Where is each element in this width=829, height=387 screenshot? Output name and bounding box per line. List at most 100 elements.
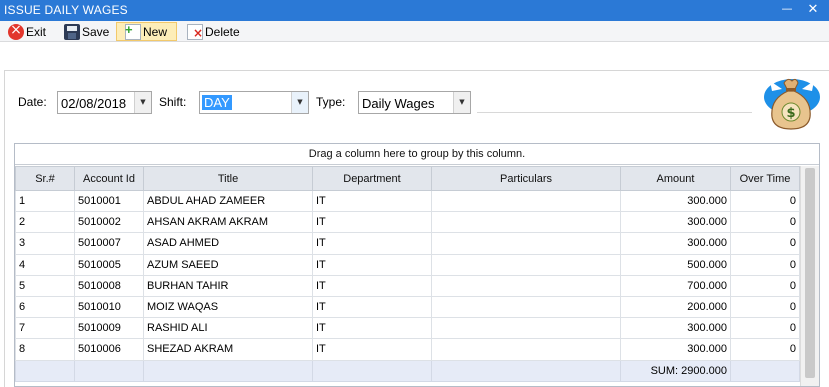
- cell-overtime[interactable]: 0: [730, 295, 800, 319]
- cell-overtime[interactable]: 0: [730, 211, 800, 234]
- chevron-down-icon[interactable]: ▼: [291, 92, 308, 113]
- cell-department[interactable]: IT: [312, 253, 432, 276]
- cell-account-id[interactable]: 5010005: [74, 253, 144, 276]
- date-picker[interactable]: 02/08/2018 ▼: [57, 91, 152, 114]
- cell-particulars[interactable]: [431, 317, 621, 340]
- save-button[interactable]: Save: [64, 22, 109, 41]
- cell-title[interactable]: BURHAN TAHIR: [143, 274, 313, 297]
- delete-button[interactable]: Delete: [187, 22, 240, 41]
- cell-sr[interactable]: 7: [15, 317, 75, 340]
- cell-sr[interactable]: 4: [15, 253, 75, 276]
- table-row[interactable]: 4 5010005 AZUM SAEED IT 500.000 0: [15, 253, 800, 276]
- cell-amount[interactable]: 500.000: [620, 253, 731, 276]
- cell-account-id[interactable]: 5010002: [74, 211, 144, 234]
- table-row[interactable]: 5 5010008 BURHAN TAHIR IT 700.000 0: [15, 274, 800, 297]
- save-label: Save: [82, 24, 110, 39]
- cell-title[interactable]: SHEZAD AKRAM: [143, 338, 313, 361]
- summary-cell: [74, 359, 144, 382]
- chevron-down-icon[interactable]: ▼: [453, 92, 470, 113]
- exit-button[interactable]: Exit: [8, 22, 46, 41]
- save-icon: [64, 23, 80, 40]
- cell-amount[interactable]: 700.000: [620, 274, 731, 297]
- cell-account-id[interactable]: 5010007: [74, 232, 144, 255]
- cell-sr[interactable]: 6: [15, 295, 75, 319]
- toolbar: Exit Save New Delete: [0, 21, 829, 42]
- new-icon: [125, 22, 141, 40]
- cell-amount[interactable]: 200.000: [620, 295, 731, 319]
- close-icon[interactable]: ✕: [802, 2, 824, 23]
- table-row[interactable]: 7 5010009 RASHID ALI IT 300.000 0: [15, 317, 800, 340]
- table-row[interactable]: 6 5010010 MOIZ WAQAS IT 200.000 0: [15, 295, 800, 319]
- cell-account-id[interactable]: 5010008: [74, 274, 144, 297]
- delete-icon: [187, 23, 203, 40]
- summary-cell: [312, 359, 432, 382]
- column-header[interactable]: Particulars: [431, 166, 621, 191]
- cell-sr[interactable]: 5: [15, 274, 75, 297]
- cell-particulars[interactable]: [431, 274, 621, 297]
- table-row[interactable]: 3 5010007 ASAD AHMED IT 300.000 0: [15, 232, 800, 255]
- cell-amount[interactable]: 300.000: [620, 211, 731, 234]
- cell-department[interactable]: IT: [312, 295, 432, 319]
- cell-particulars[interactable]: [431, 189, 621, 213]
- column-header[interactable]: Department: [312, 166, 432, 191]
- column-header[interactable]: Over Time: [730, 166, 800, 191]
- column-header[interactable]: Amount: [620, 166, 731, 191]
- dollar-symbol: $: [786, 106, 795, 121]
- column-header[interactable]: Account Id: [74, 166, 144, 191]
- summary-cell: [143, 359, 313, 382]
- cell-title[interactable]: ASAD AHMED: [143, 232, 313, 255]
- column-header[interactable]: Title: [143, 166, 313, 191]
- minimize-icon[interactable]: —: [776, 2, 798, 23]
- cell-sr[interactable]: 1: [15, 189, 75, 213]
- cell-overtime[interactable]: 0: [730, 189, 800, 213]
- cell-amount[interactable]: 300.000: [620, 189, 731, 213]
- cell-particulars[interactable]: [431, 338, 621, 361]
- cell-title[interactable]: AHSAN AKRAM AKRAM: [143, 211, 313, 234]
- chevron-down-icon[interactable]: ▼: [134, 92, 151, 113]
- vertical-scrollbar[interactable]: [800, 166, 819, 386]
- group-by-panel[interactable]: Drag a column here to group by this colu…: [15, 144, 819, 165]
- cell-amount[interactable]: 300.000: [620, 232, 731, 255]
- cell-title[interactable]: RASHID ALI: [143, 317, 313, 340]
- cell-department[interactable]: IT: [312, 232, 432, 255]
- cell-department[interactable]: IT: [312, 189, 432, 213]
- table-row[interactable]: 2 5010002 AHSAN AKRAM AKRAM IT 300.000 0: [15, 211, 800, 234]
- cell-overtime[interactable]: 0: [730, 317, 800, 340]
- cell-department[interactable]: IT: [312, 274, 432, 297]
- cell-sr[interactable]: 3: [15, 232, 75, 255]
- cell-title[interactable]: ABDUL AHAD ZAMEER: [143, 189, 313, 213]
- table-row[interactable]: 8 5010006 SHEZAD AKRAM IT 300.000 0: [15, 338, 800, 361]
- cell-department[interactable]: IT: [312, 211, 432, 234]
- wages-grid[interactable]: Drag a column here to group by this colu…: [14, 143, 820, 387]
- cell-department[interactable]: IT: [312, 317, 432, 340]
- cell-sr[interactable]: 2: [15, 211, 75, 234]
- summary-row: SUM: 2900.000: [15, 359, 800, 382]
- cell-particulars[interactable]: [431, 211, 621, 234]
- money-bag-icon: $: [764, 78, 820, 130]
- column-header[interactable]: Sr.#: [15, 166, 75, 191]
- cell-overtime[interactable]: 0: [730, 253, 800, 276]
- new-button[interactable]: New: [116, 22, 177, 41]
- cell-account-id[interactable]: 5010001: [74, 189, 144, 213]
- cell-particulars[interactable]: [431, 232, 621, 255]
- shift-label: Shift:: [159, 95, 187, 109]
- cell-overtime[interactable]: 0: [730, 338, 800, 361]
- table-row[interactable]: 1 5010001 ABDUL AHAD ZAMEER IT 300.000 0: [15, 189, 800, 213]
- shift-select[interactable]: DAY ▼: [199, 91, 309, 114]
- cell-overtime[interactable]: 0: [730, 274, 800, 297]
- cell-amount[interactable]: 300.000: [620, 338, 731, 361]
- cell-particulars[interactable]: [431, 253, 621, 276]
- type-select[interactable]: Daily Wages ▼: [358, 91, 471, 114]
- cell-department[interactable]: IT: [312, 338, 432, 361]
- cell-title[interactable]: MOIZ WAQAS: [143, 295, 313, 319]
- cell-title[interactable]: AZUM SAEED: [143, 253, 313, 276]
- cell-overtime[interactable]: 0: [730, 232, 800, 255]
- cell-amount[interactable]: 300.000: [620, 317, 731, 340]
- cell-particulars[interactable]: [431, 295, 621, 319]
- cell-account-id[interactable]: 5010006: [74, 338, 144, 361]
- cell-account-id[interactable]: 5010010: [74, 295, 144, 319]
- cell-sr[interactable]: 8: [15, 338, 75, 361]
- cell-account-id[interactable]: 5010009: [74, 317, 144, 340]
- window-title: ISSUE DAILY WAGES: [4, 3, 128, 17]
- scrollbar-thumb[interactable]: [805, 168, 815, 378]
